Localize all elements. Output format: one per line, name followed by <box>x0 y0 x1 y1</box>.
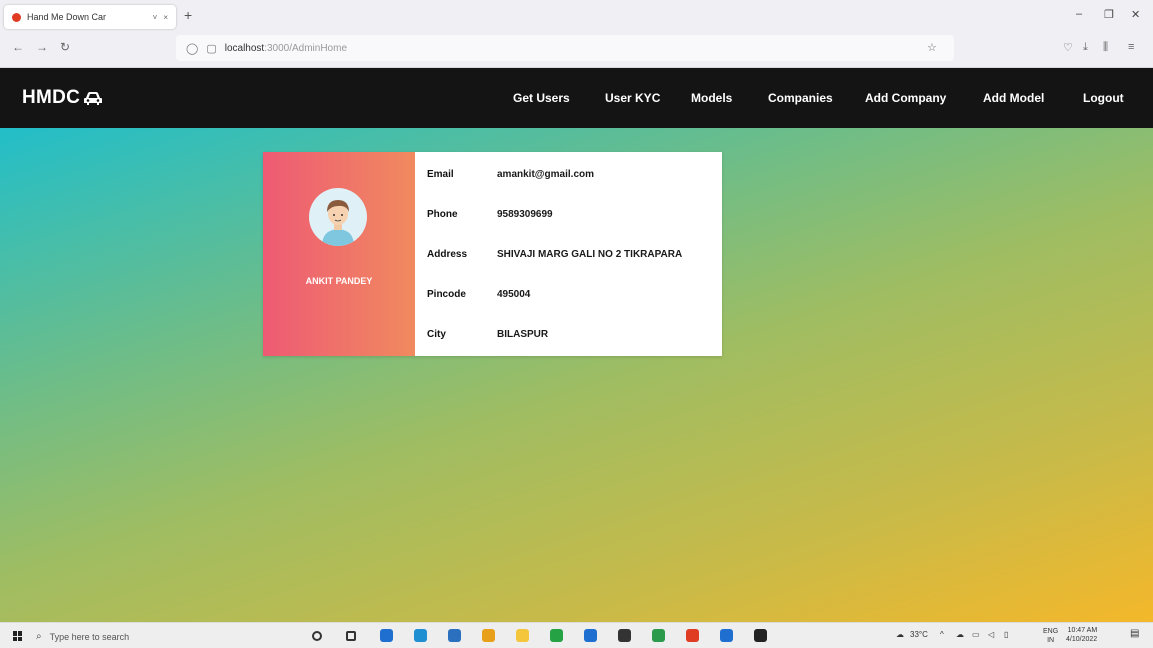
detail-label: Phone <box>427 209 458 220</box>
taskbar-clock[interactable]: 10:47 AM 4/10/2022 <box>1066 626 1097 644</box>
widgets-icon[interactable] <box>346 631 356 641</box>
detail-row-address: Address SHIVAJI MARG GALI NO 2 TIKRAPARA <box>427 249 682 260</box>
bookmark-star-icon[interactable]: ☆ <box>927 41 937 54</box>
brand-logo[interactable]: HMDC <box>22 87 103 109</box>
battery-icon[interactable]: ▯ <box>1004 630 1008 639</box>
nav-companies[interactable]: Companies <box>768 91 833 105</box>
url-host: localhost <box>224 42 265 54</box>
user-name: ANKIT PANDEY <box>305 276 373 286</box>
forward-icon[interactable]: → <box>36 40 48 54</box>
status-dot <box>360 192 365 197</box>
detail-value: 9589309699 <box>497 209 553 220</box>
close-tab-icon[interactable]: × <box>163 13 168 22</box>
search-icon: ⌕ <box>36 631 42 642</box>
car-icon <box>84 92 103 105</box>
tab-title: Hand Me Down Car <box>27 12 107 22</box>
onedrive-icon[interactable]: ☁ <box>956 630 964 639</box>
detail-row-email: Email amankit@gmail.com <box>427 169 594 180</box>
user-avatar-icon <box>322 200 354 246</box>
detail-label: Pincode <box>427 289 466 300</box>
tab-list-icon[interactable]: ˅ <box>153 13 158 22</box>
detail-value: amankit@gmail.com <box>497 169 595 180</box>
outlook-icon[interactable] <box>720 629 733 642</box>
task-view-icon[interactable] <box>312 631 322 641</box>
address-bar[interactable]: ◯ ▢ localhost :3000/AdminHome <box>176 35 954 61</box>
network-icon[interactable]: ▭ <box>972 630 980 639</box>
vscode-icon[interactable] <box>584 629 597 642</box>
nav-logout[interactable]: Logout <box>1083 91 1124 105</box>
taskbar-search[interactable]: ⌕ Type here to search <box>36 628 290 645</box>
library-icon[interactable]: ⫼ <box>1103 41 1108 54</box>
nav-add-company[interactable]: Add Company <box>865 91 946 105</box>
restore-icon[interactable]: ❐ <box>1104 8 1114 21</box>
url-path: :3000/AdminHome <box>264 42 348 54</box>
nav-get-users[interactable]: Get Users <box>513 91 570 105</box>
detail-label: City <box>427 329 446 340</box>
nav-models[interactable]: Models <box>691 91 732 105</box>
detail-label: Email <box>427 169 454 180</box>
nav-user-kyc[interactable]: User KYC <box>605 91 660 105</box>
favicon-icon <box>12 12 21 22</box>
weather-temp[interactable]: 33°C <box>910 630 928 639</box>
back-icon[interactable]: ← <box>12 40 24 54</box>
detail-label: Address <box>427 249 468 260</box>
shield-icon: ◯ <box>186 42 199 55</box>
volume-icon[interactable]: ◁ <box>988 630 994 639</box>
browser-toolbar: ← → ↻ ◯ ▢ localhost :3000/AdminHome ☆ ♡ … <box>0 32 1153 64</box>
edge-icon[interactable] <box>414 629 427 642</box>
notification-icon[interactable]: ▤ <box>1130 628 1139 639</box>
lang-code: ENG <box>1043 628 1059 635</box>
pocket-icon[interactable]: ♡ <box>1063 41 1073 54</box>
close-window-icon[interactable]: ✕ <box>1131 8 1140 21</box>
store-icon[interactable] <box>448 629 461 642</box>
minimize-icon[interactable]: – <box>1076 8 1082 20</box>
profile-card: ANKIT PANDEY Email amankit@gmail.com Pho… <box>263 152 722 356</box>
mail-icon[interactable] <box>380 629 393 642</box>
windows-taskbar: ⌕ Type here to search ☁ 33°C ^ ☁ ▭ ◁ ▯ E… <box>0 622 1153 648</box>
menu-icon[interactable]: ≡ <box>1128 41 1134 53</box>
search-placeholder: Type here to search <box>49 631 130 642</box>
whatsapp-icon[interactable] <box>550 629 563 642</box>
site-navbar: HMDC Get Users User KYC Models Companies… <box>0 68 1153 128</box>
detail-row-phone: Phone 9589309699 <box>427 209 553 220</box>
profile-details: Email amankit@gmail.com Phone 9589309699… <box>415 152 722 356</box>
brand-text: HMDC <box>22 87 81 108</box>
cmd-icon[interactable] <box>754 629 767 642</box>
reload-icon[interactable]: ↻ <box>60 40 70 54</box>
brave-icon[interactable] <box>686 629 699 642</box>
tab-bar: Hand Me Down Car ˅ × + – ❐ ✕ <box>0 0 1153 32</box>
chrome-icon[interactable] <box>482 629 495 642</box>
language-indicator[interactable]: ENG IN <box>1043 627 1058 645</box>
profile-card-header: ANKIT PANDEY <box>263 152 415 356</box>
downloads-icon[interactable]: ⤓ <box>1083 41 1088 54</box>
terminal-icon[interactable] <box>618 629 631 642</box>
avatar <box>309 188 367 246</box>
detail-row-pincode: Pincode 495004 <box>427 289 530 300</box>
page-icon: ▢ <box>206 42 217 55</box>
browser-tab[interactable]: Hand Me Down Car ˅ × <box>4 5 176 29</box>
detail-value: BILASPUR <box>497 329 549 340</box>
new-tab-button[interactable]: + <box>184 7 192 23</box>
page-background: ANKIT PANDEY Email amankit@gmail.com Pho… <box>0 128 1153 622</box>
detail-value: 495004 <box>497 289 531 300</box>
clock-time: 10:47 AM <box>1067 627 1098 634</box>
browser-chrome: Hand Me Down Car ˅ × + – ❐ ✕ ← → ↻ ◯ ▢ l… <box>0 0 1153 68</box>
tray-chevron-icon[interactable]: ^ <box>940 630 944 639</box>
spotify-icon[interactable] <box>652 629 665 642</box>
nav-add-model[interactable]: Add Model <box>983 91 1044 105</box>
lang-region: IN <box>1047 637 1055 644</box>
windows-start-icon[interactable] <box>13 631 23 641</box>
file-explorer-icon[interactable] <box>516 629 529 642</box>
detail-value: SHIVAJI MARG GALI NO 2 TIKRAPARA <box>497 249 683 260</box>
clock-date: 4/10/2022 <box>1066 636 1098 643</box>
detail-row-city: City BILASPUR <box>427 329 548 340</box>
weather-icon[interactable]: ☁ <box>896 630 904 639</box>
